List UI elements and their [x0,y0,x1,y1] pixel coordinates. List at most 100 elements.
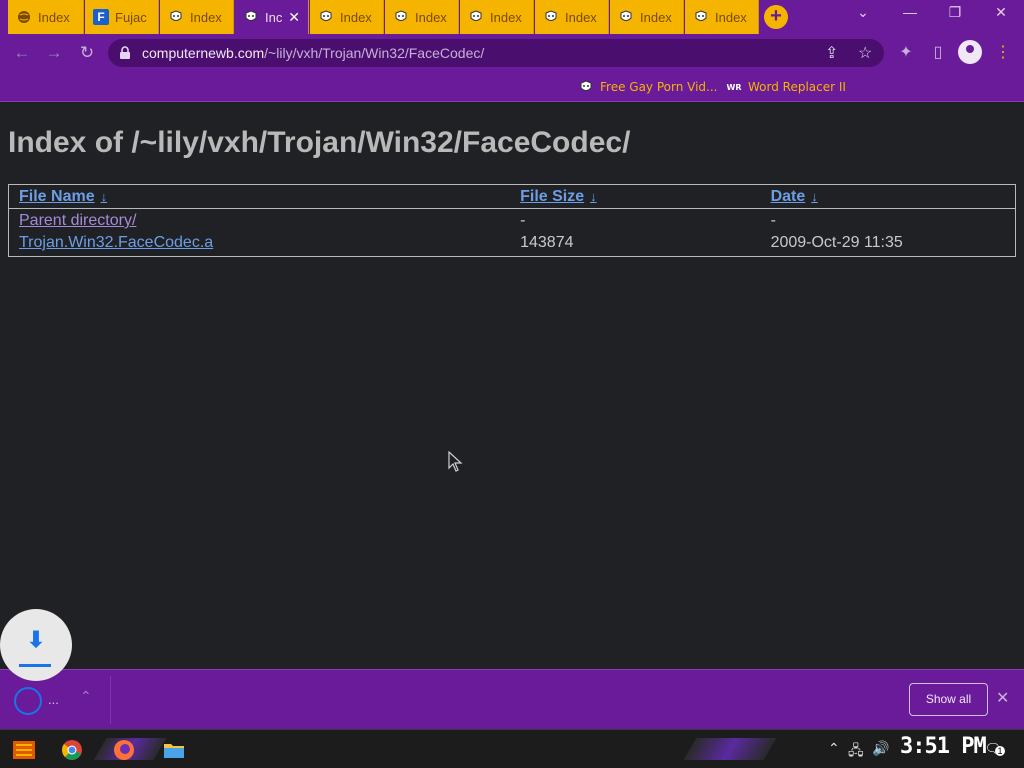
table-row: Trojan.Win32.FaceCodec.a 143874 2009-Oct… [9,231,1015,256]
shelf-divider [110,676,111,724]
tab-2[interactable]: F Fujac [85,0,159,34]
chrome-icon[interactable] [58,736,86,764]
minimize-icon[interactable]: — [895,4,925,20]
tab-2-label: Fujac [115,9,147,25]
tab-7-label: Index [490,9,522,25]
download-item-name[interactable]: ... [48,692,59,707]
bookmark-star-icon[interactable]: ☆ [858,43,872,63]
file-name-cell: Trojan.Win32.FaceCodec.a [9,231,510,256]
side-panel-icon[interactable]: ▯ [927,42,949,64]
tab-1[interactable]: Index [8,0,84,34]
lock-icon [120,46,130,59]
notification-count: 1 [995,746,1005,756]
tab-8-label: Index [565,9,597,25]
file-size-cell: 143874 [520,234,574,251]
file-date-cell: - [770,212,776,229]
start-button-icon[interactable] [10,736,38,764]
tab-4-label: Inc [265,9,283,25]
parent-directory-link[interactable]: Parent directory/ [19,212,136,229]
bookmark-6[interactable]: WR Word Replacer II [726,78,846,96]
hacker-mask-icon [318,9,334,25]
tab-7[interactable]: Index [460,0,534,34]
file-link[interactable]: Trojan.Win32.FaceCodec.a [19,234,213,251]
tab-3-label: Index [190,9,222,25]
sort-arrow-icon[interactable]: ↓ [101,189,108,204]
column-header-name: File Name ↓ [9,185,511,209]
reload-icon[interactable]: ↻ [76,42,98,64]
bookmarks-bar: Free Gay Porn Vid... WR Word Replacer II [0,72,1024,102]
download-options-chevron-icon[interactable]: ⌃ [80,688,92,705]
column-header-size: File Size ↓ [510,185,761,209]
tab-search-icon[interactable]: ⌄ [848,4,878,21]
sort-by-name-link[interactable]: File Name [19,188,95,205]
profile-avatar[interactable] [958,40,982,64]
table-row: Parent directory/ - - [9,209,1015,231]
bookmark-6-label: Word Replacer II [748,80,846,94]
address-bar[interactable]: computernewb.com/~lily/vxh/Trojan/Win32/… [108,39,884,67]
column-header-date: Date ↓ [760,185,1015,209]
tab-5[interactable]: Index [310,0,384,34]
tab-strip: Index F Fujac Index Inc ✕ Index Index In… [0,0,1024,34]
globe-icon [16,9,32,25]
hacker-mask-icon [543,9,559,25]
download-indicator[interactable]: ⬇ [0,609,72,681]
browser-toolbar: ← → ↻ computernewb.com/~lily/vxh/Trojan/… [0,34,1024,72]
sort-by-date-link[interactable]: Date [771,188,806,205]
taskbar-decoration [683,738,777,760]
extensions-icon[interactable]: ✦ [895,42,917,64]
sort-by-size-link[interactable]: File Size [520,188,584,205]
close-shelf-icon[interactable]: ✕ [996,688,1009,708]
menu-kebab-icon[interactable]: ⋮ [992,42,1014,64]
volume-icon[interactable]: 🔊 [872,740,889,757]
tab-4-active[interactable]: Inc ✕ [235,0,309,34]
restore-icon[interactable]: ❐ [940,4,970,21]
taskbar-clock[interactable]: 3:51 PM [900,734,987,759]
new-tab-button[interactable]: + [764,5,788,29]
hacker-mask-icon [168,9,184,25]
hacker-mask-icon [393,9,409,25]
file-explorer-icon[interactable] [160,736,188,764]
show-hidden-icons-icon[interactable]: ⌃ [828,740,840,757]
tab-10[interactable]: Index [685,0,759,34]
tab-5-label: Index [340,9,372,25]
tab-9-label: Index [640,9,672,25]
download-shelf: ... ⌃ Show all ✕ [0,669,1024,729]
download-progress-bar [19,664,51,667]
sort-arrow-icon[interactable]: ↓ [590,189,597,204]
close-window-icon[interactable]: ✕ [986,4,1016,21]
sort-arrow-icon[interactable]: ↓ [811,189,818,204]
close-tab-icon[interactable]: ✕ [288,9,300,26]
bookmark-5[interactable]: Free Gay Porn Vid... [578,78,717,96]
forward-icon[interactable]: → [43,42,65,64]
notification-center-icon[interactable]: 🗨 1 [982,738,1005,760]
tab-9[interactable]: Index [610,0,684,34]
tab-6-label: Index [415,9,447,25]
network-icon[interactable]: 🖧 [848,740,864,764]
wr-icon: WR [726,82,742,92]
page-content: Index of /~lily/vxh/Trojan/Win32/FaceCod… [0,103,1024,669]
share-icon[interactable]: ⇪ [825,43,838,63]
hacker-mask-icon [578,79,594,95]
show-all-downloads-button[interactable]: Show all [909,683,988,716]
tab-10-label: Index [715,9,747,25]
tab-6[interactable]: Index [385,0,459,34]
firefox-icon[interactable] [110,736,138,764]
file-listing-table: File Name ↓ File Size ↓ Date ↓ Parent direc… [8,184,1016,257]
hacker-mask-icon [693,9,709,25]
file-date-cell: 2009-Oct-29 11:35 [770,234,903,251]
back-icon[interactable]: ← [11,42,33,64]
file-name-cell: Parent directory/ [9,209,510,231]
download-arrow-icon: ⬇ [26,627,46,652]
hacker-mask-icon [243,9,259,25]
tab-1-label: Index [38,9,70,25]
url-path: /~lily/vxh/Trojan/Win32/FaceCodec/ [264,45,485,61]
f-logo-icon: F [93,9,109,25]
bookmark-5-label: Free Gay Porn Vid... [600,80,718,94]
download-progress-ring [14,687,42,715]
hacker-mask-icon [468,9,484,25]
mouse-cursor-icon [448,451,463,472]
tab-8[interactable]: Index [535,0,609,34]
url-text: computernewb.com/~lily/vxh/Trojan/Win32/… [142,45,484,61]
file-size-cell: - [520,212,526,229]
tab-3[interactable]: Index [160,0,234,34]
